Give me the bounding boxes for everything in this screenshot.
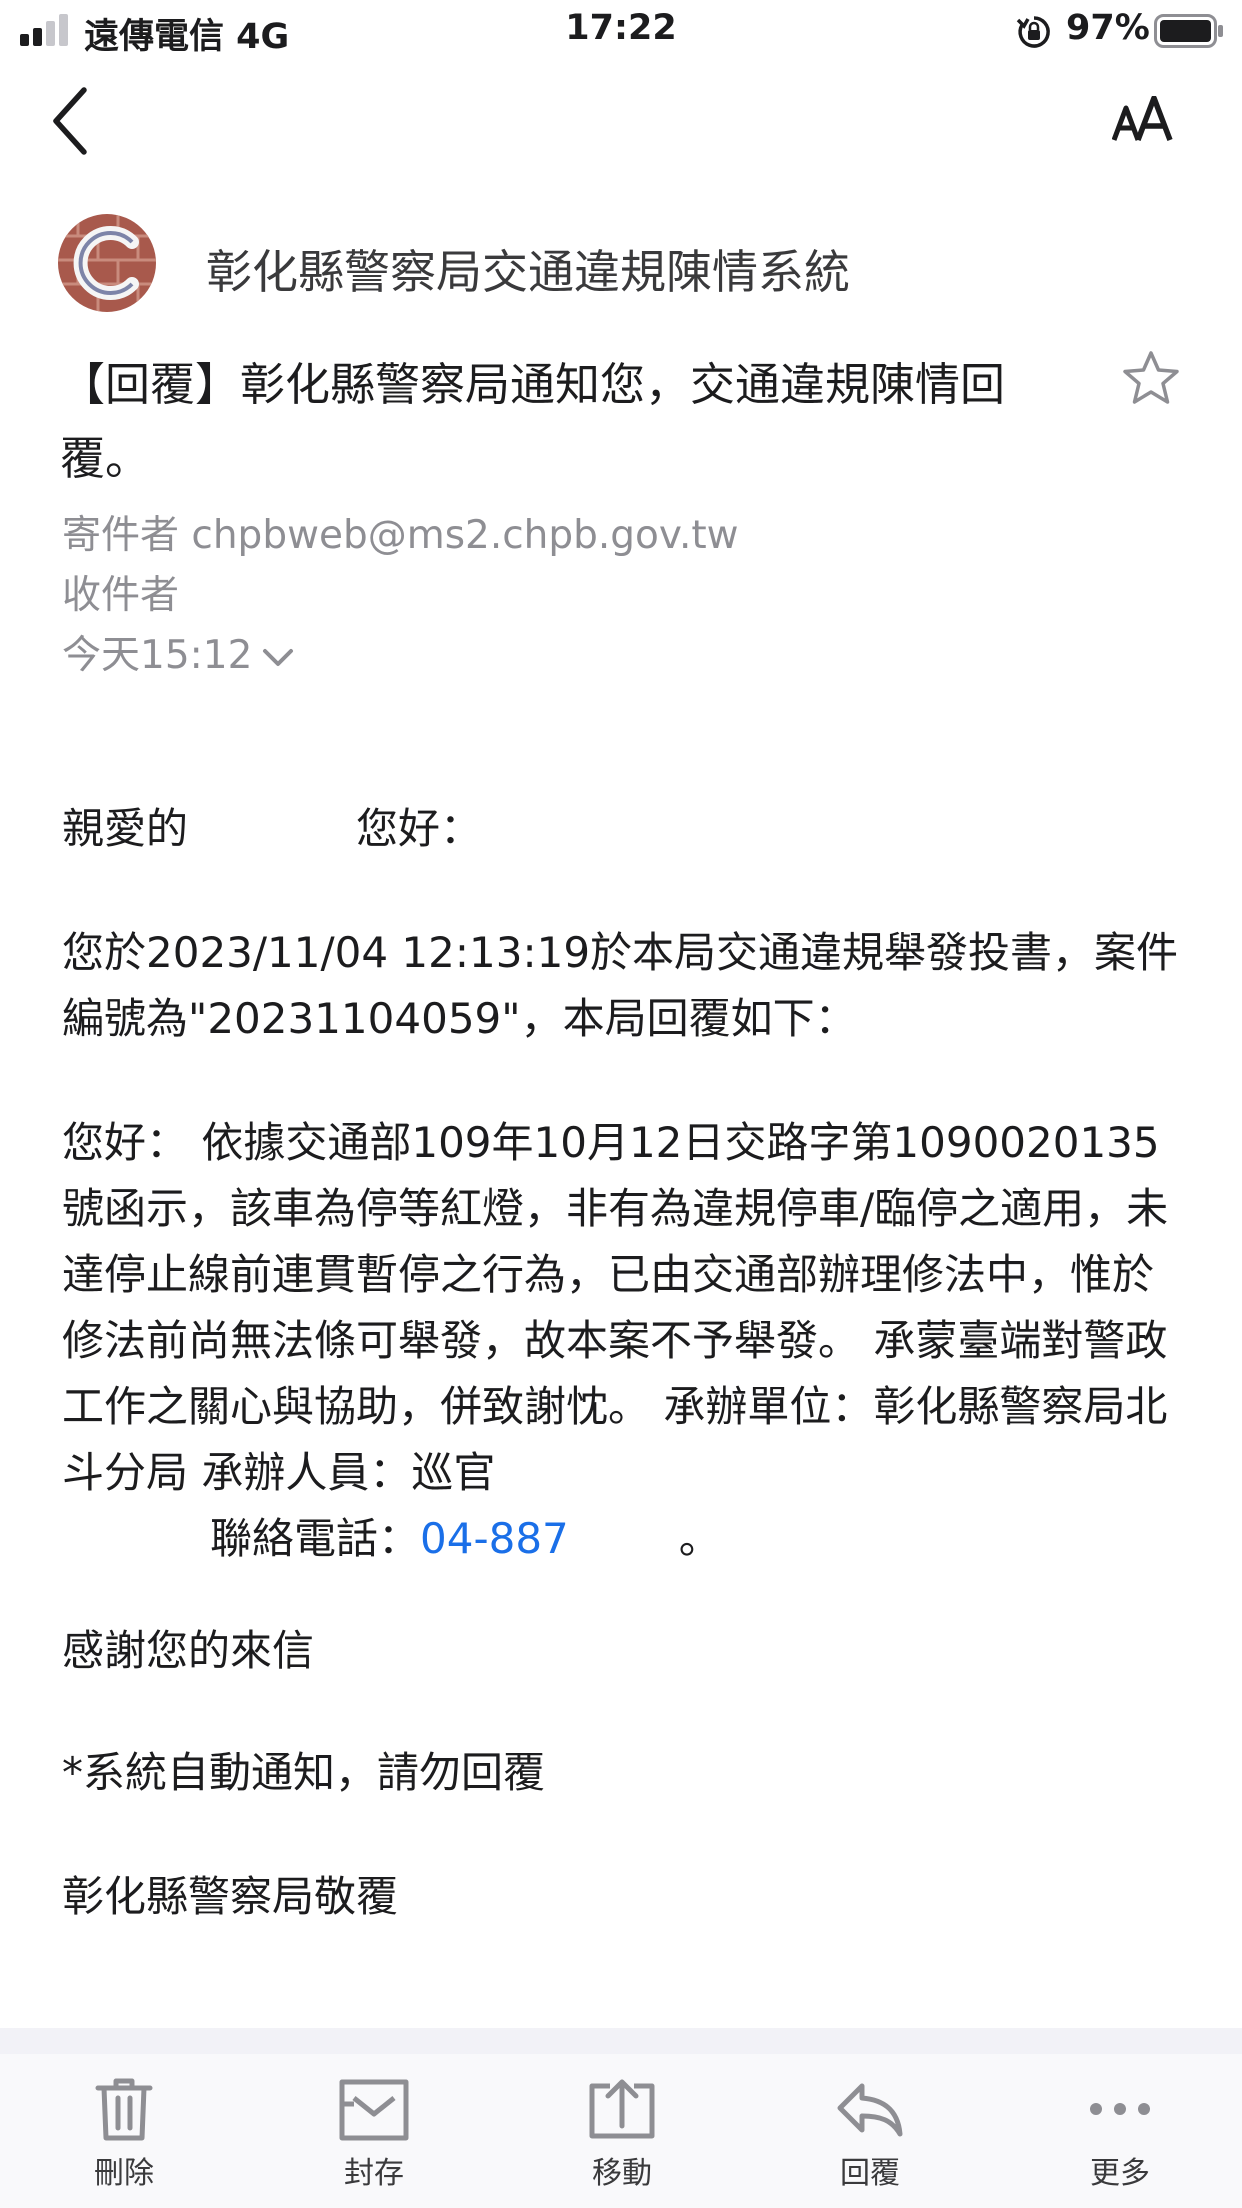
toolbar-divider bbox=[0, 2028, 1242, 2054]
status-bar: 遠傳電信 4G 17:22 97% bbox=[0, 0, 1242, 62]
rotation-lock-icon bbox=[1016, 16, 1050, 48]
signoff: 彰化縣警察局敬覆 bbox=[62, 1872, 399, 1921]
status-time: 17:22 bbox=[565, 8, 677, 48]
sender-avatar bbox=[58, 214, 156, 312]
archive-icon bbox=[339, 2079, 409, 2141]
reply-arrow-icon bbox=[837, 2083, 903, 2137]
auto-notice: *系統自動通知，請勿回覆 bbox=[62, 1748, 546, 1797]
bottom-toolbar: 刪除 封存 移動 回覆 更多 bbox=[0, 2054, 1242, 2208]
sender-name[interactable]: 彰化縣警察局交通違規陳情系統 bbox=[206, 236, 850, 302]
body-paragraph-1: 您於2023/11/04 12:13:19於本局交通違規舉發投書，案件編號為"2… bbox=[62, 928, 1179, 1043]
battery-percentage: 97% bbox=[1066, 8, 1150, 48]
to-field[interactable]: 收件者 bbox=[62, 564, 179, 620]
trash-icon bbox=[95, 2078, 153, 2141]
star-icon[interactable] bbox=[1122, 350, 1180, 406]
thanks-text: 感謝您的來信 bbox=[62, 1626, 315, 1675]
move-folder-icon bbox=[589, 2079, 655, 2139]
chevron-down-icon[interactable] bbox=[262, 648, 294, 668]
text-size-icon[interactable] bbox=[1112, 96, 1178, 144]
date-text: 今天15:12 bbox=[62, 633, 253, 678]
more-dots-icon bbox=[1090, 2103, 1150, 2115]
from-field[interactable]: 寄件者 chpbweb@ms2.chpb.gov.tw bbox=[62, 504, 739, 560]
move-button[interactable]: 移動 bbox=[542, 2076, 702, 2192]
body-paragraph-2: 您好： 依據交通部109年10月12日交路字第1090020135號函示，該車為… bbox=[62, 1118, 1169, 1563]
date-field[interactable]: 今天15:12 bbox=[62, 624, 294, 680]
delete-button[interactable]: 刪除 bbox=[44, 2076, 204, 2192]
more-button[interactable]: 更多 bbox=[1040, 2076, 1200, 2192]
battery-icon bbox=[1154, 14, 1223, 48]
back-chevron-icon[interactable] bbox=[50, 86, 90, 156]
greeting: 親愛的 您好： bbox=[62, 804, 483, 853]
archive-button[interactable]: 封存 bbox=[294, 2076, 454, 2192]
phone-link[interactable]: 04-887 bbox=[420, 1514, 569, 1563]
email-subject: 【回覆】彰化縣警察局通知您，交通違規陳情回覆。 bbox=[60, 358, 1006, 485]
reply-button[interactable]: 回覆 bbox=[790, 2076, 950, 2192]
